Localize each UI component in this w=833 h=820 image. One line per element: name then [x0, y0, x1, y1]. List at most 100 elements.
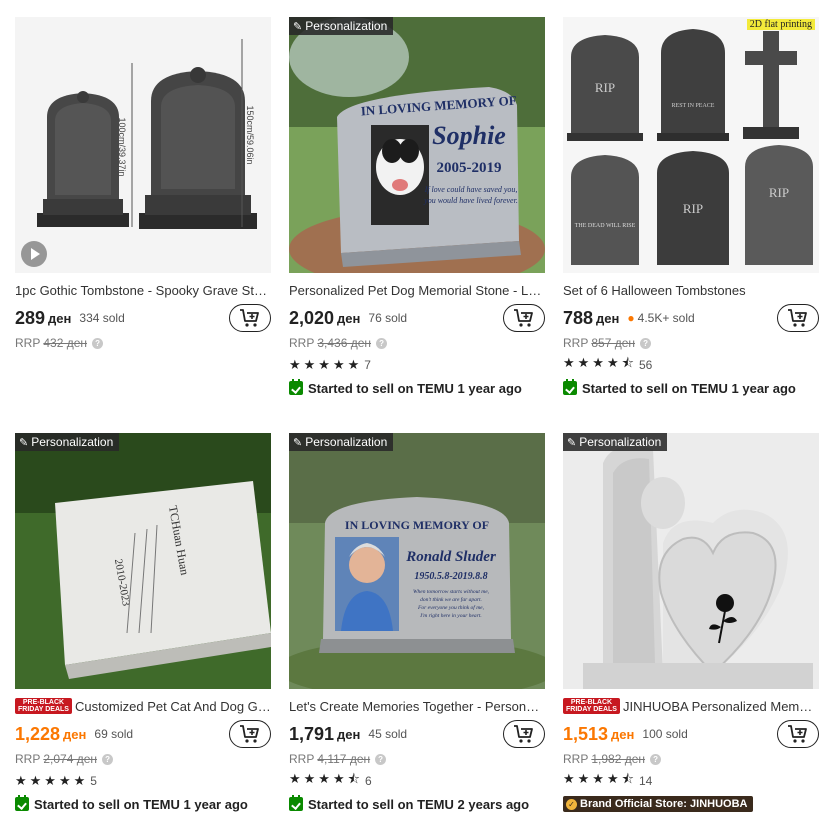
personalization-label: Personalization [305, 435, 388, 449]
product-title[interactable]: PRE-BLACK FRIDAY DEALS Customized Pet Cat… [15, 698, 271, 714]
deal-line-1: PRE-BLACK [22, 699, 65, 706]
add-to-cart-button[interactable] [229, 304, 271, 332]
product-title[interactable]: Let's Create Memories Together - Persona… [289, 698, 545, 714]
price-currency: ден [337, 310, 361, 326]
star-rating: ★★★★★ [289, 357, 363, 372]
price-row: 2,020 ден 76 sold [289, 304, 545, 332]
rrp-value: 857 ден [591, 336, 636, 350]
product-card[interactable]: RIP REST IN PEACE RIP THE DEAD WILL RISE… [563, 17, 819, 397]
product-title[interactable]: Personalized Pet Dog Memorial Stone - La… [289, 282, 545, 298]
fire-icon: ● [627, 311, 635, 325]
personalization-tag: ✎ Personalization [289, 17, 394, 35]
help-icon[interactable]: ? [102, 753, 114, 765]
tombstone-rip-3: RIP [769, 185, 789, 200]
rating-count: 6 [364, 774, 372, 788]
product-image[interactable]: IN LOVING MEMORY OF Ronald Sluder 1950.5… [289, 433, 545, 689]
pen-icon: ✎ [567, 436, 577, 449]
price-currency: ден [63, 726, 87, 742]
sold-count-text: 4.5K+ sold [637, 311, 695, 325]
add-to-cart-icon [788, 309, 807, 327]
rating-count: 5 [90, 774, 97, 788]
price-row: 1,513 ден 100 sold [563, 720, 819, 748]
rrp-row: RRP 432 ден ? [15, 334, 271, 352]
product-price: 1,228 [15, 723, 61, 744]
rating-count: 56 [638, 358, 653, 372]
rating-row[interactable]: ★★★★⯪ 14 [563, 771, 819, 789]
product-title-text[interactable]: JINHUOBA Personalized Memorial... [623, 699, 819, 714]
rrp-label: RRP [15, 752, 41, 766]
price-row: 1,791 ден 45 sold [289, 720, 545, 748]
person-dates: 1950.5.8-2019.8.8 [414, 571, 487, 582]
product-image[interactable]: ✎ Personalization [563, 433, 819, 689]
sold-count: 45 sold [368, 727, 408, 741]
sold-count: ● 4.5K+ sold [627, 311, 694, 325]
price-currency: ден [596, 310, 620, 326]
product-price: 788 [563, 307, 594, 328]
add-to-cart-button[interactable] [777, 720, 819, 748]
pen-icon: ✎ [293, 20, 303, 33]
brand-store-text: Brand Official Store: JINHUOBA [580, 798, 748, 810]
epitaph-line-4: I'm right here in your heart. [419, 613, 481, 619]
product-image[interactable]: IN LOVING MEMORY OF Sophie 2005-2019 If … [289, 17, 545, 273]
rating-count: 14 [638, 774, 653, 788]
calendar-check-icon [289, 379, 303, 395]
pen-icon: ✎ [293, 436, 303, 449]
product-card[interactable]: ✎ Personalization PRE-BLACK FRIDAY DEALS J… [563, 433, 819, 813]
add-to-cart-button[interactable] [503, 720, 545, 748]
product-card[interactable]: IN LOVING MEMORY OF Ronald Sluder 1950.5… [289, 433, 545, 813]
brand-store-badge[interactable]: ✓ Brand Official Store: JINHUOBA [563, 796, 754, 812]
epitaph-line-1: When tomorrow starts without me, [413, 589, 490, 595]
tombstone-rest-in-peace: REST IN PEACE [672, 103, 715, 109]
rating-row[interactable]: ★★★★★ 7 [289, 357, 545, 373]
play-icon[interactable] [21, 241, 47, 267]
pet-name: Sophie [432, 121, 506, 150]
person-name: Ronald Sluder [405, 549, 496, 565]
rating-row[interactable]: ★★★★⯪ 56 [563, 355, 819, 373]
rrp-label: RRP [563, 336, 589, 350]
product-title-text[interactable]: Let's Create Memories Together - Persona… [289, 699, 545, 714]
rrp-value: 432 ден [43, 336, 88, 350]
product-card[interactable]: IN LOVING MEMORY OF Sophie 2005-2019 If … [289, 17, 545, 397]
help-icon[interactable]: ? [650, 753, 662, 765]
product-image[interactable]: RIP REST IN PEACE RIP THE DEAD WILL RISE… [563, 17, 819, 273]
product-title-text[interactable]: Customized Pet Cat And Dog Gar... [75, 699, 271, 714]
price-row: 289 ден 334 sold [15, 304, 271, 332]
add-to-cart-button[interactable] [777, 304, 819, 332]
help-icon[interactable]: ? [92, 337, 104, 349]
help-icon[interactable]: ? [640, 337, 652, 349]
rrp-value: 2,074 ден [43, 752, 98, 766]
seller-badge-text: Started to sell on TEMU 2 years ago [308, 796, 530, 812]
add-to-cart-button[interactable] [229, 720, 271, 748]
calendar-check-icon [563, 379, 577, 395]
add-to-cart-icon [240, 725, 259, 743]
seller-badge: Started to sell on TEMU 1 year ago [15, 795, 271, 813]
product-title[interactable]: 1pc Gothic Tombstone - Spooky Grave Sto.… [15, 282, 271, 298]
rating-row[interactable]: ★★★★★ 5 [15, 773, 271, 789]
product-title-text[interactable]: Personalized Pet Dog Memorial Stone - La… [289, 283, 545, 298]
add-to-cart-icon [514, 725, 533, 743]
product-title-text[interactable]: 1pc Gothic Tombstone - Spooky Grave Sto.… [15, 283, 271, 298]
product-title[interactable]: PRE-BLACK FRIDAY DEALS JINHUOBA Personali… [563, 698, 819, 714]
pet-years: 2005-2019 [437, 160, 502, 176]
product-card[interactable]: TCHuan Huan 2010-2023 ✎ Personalization P… [15, 433, 271, 813]
product-image[interactable]: TCHuan Huan 2010-2023 ✎ Personalization [15, 433, 271, 689]
rrp-label: RRP [289, 752, 315, 766]
rrp-label: RRP [289, 336, 315, 350]
add-to-cart-button[interactable] [503, 304, 545, 332]
rating-row[interactable]: ★★★★⯪ 6 [289, 771, 545, 789]
rrp-label: RRP [15, 336, 41, 350]
epitaph-line-1: If love could have saved you, [424, 185, 518, 194]
star-rating: ★★★★⯪ [563, 355, 637, 370]
pre-black-friday-badge: PRE-BLACK FRIDAY DEALS [563, 698, 620, 714]
product-title[interactable]: Set of 6 Halloween Tombstones [563, 282, 819, 298]
tombstone-rip-2: RIP [683, 201, 703, 216]
calendar-check-icon [289, 795, 303, 811]
brand-seal-icon: ✓ [566, 798, 577, 810]
help-icon[interactable]: ? [375, 753, 387, 765]
help-icon[interactable]: ? [376, 337, 388, 349]
price-row: 1,228 ден 69 sold [15, 720, 271, 748]
product-title-text[interactable]: Set of 6 Halloween Tombstones [563, 283, 746, 298]
product-image[interactable]: 100cm/39.37in 150cm/59.06in [15, 17, 271, 273]
deal-line-1: PRE-BLACK [570, 699, 613, 706]
product-card[interactable]: 100cm/39.37in 150cm/59.06in 1pc Gothic T… [15, 17, 271, 352]
